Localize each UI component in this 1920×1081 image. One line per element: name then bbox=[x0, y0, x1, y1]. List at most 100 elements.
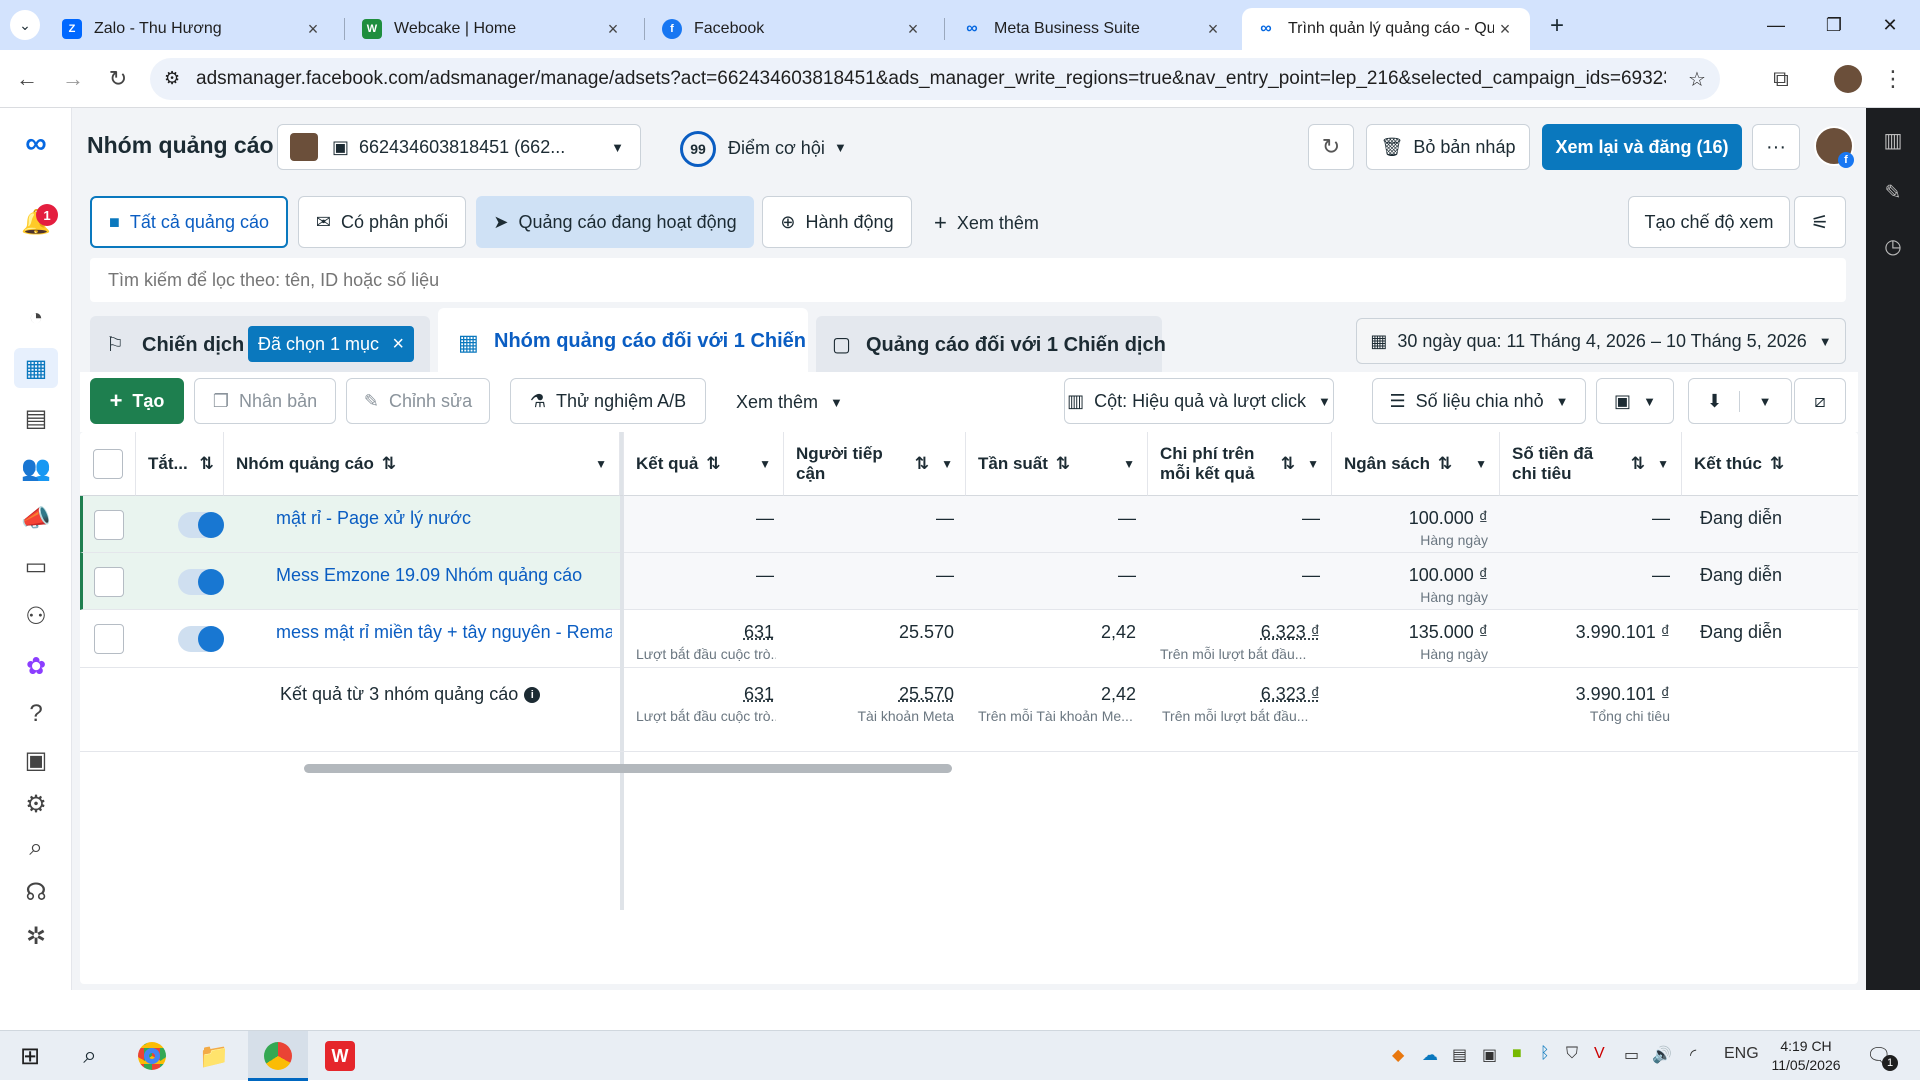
help-question-icon[interactable]: ? bbox=[14, 694, 58, 734]
header-frequency[interactable]: Tần suất ⇅ ▼ bbox=[966, 432, 1148, 496]
bug-report-icon[interactable]: ✲ bbox=[14, 916, 58, 956]
header-toggle[interactable]: Tắt... ⇅ bbox=[136, 432, 224, 496]
tab-meta-business-suite[interactable]: ∞ Meta Business Suite × bbox=[948, 8, 1238, 50]
bookmark-star-icon[interactable]: ☆ bbox=[1688, 67, 1706, 92]
sort-icon[interactable]: ⇅ bbox=[1056, 454, 1070, 474]
security-shield-icon[interactable]: ⛉ bbox=[1566, 1045, 1578, 1063]
clear-selection-icon[interactable]: × bbox=[392, 333, 404, 356]
language-indicator[interactable]: ENG bbox=[1724, 1045, 1759, 1063]
header-end[interactable]: Kết thúc ⇅ bbox=[1682, 432, 1858, 496]
extensions-puzzle-icon[interactable]: ⧉ bbox=[1766, 64, 1796, 94]
browser-menu-icon[interactable]: ⋮ bbox=[1878, 64, 1908, 94]
opportunity-score-ring[interactable]: 99 bbox=[680, 131, 716, 167]
bluetooth-icon[interactable]: ᛒ bbox=[1540, 1045, 1550, 1063]
ab-test-button[interactable]: ⚗ Thử nghiệm A/B bbox=[510, 378, 706, 424]
adset-name-link[interactable]: mật rỉ - Page xử lý nước bbox=[276, 508, 606, 529]
wps-office-icon[interactable]: W bbox=[320, 1037, 360, 1075]
info-icon[interactable]: i bbox=[524, 686, 541, 703]
review-publish-button[interactable]: Xem lại và đăng (16) bbox=[1542, 124, 1742, 170]
caret-down-icon[interactable]: ▼ bbox=[1475, 454, 1487, 474]
row-toggle[interactable] bbox=[178, 512, 224, 538]
horizontal-scrollbar[interactable] bbox=[304, 764, 952, 773]
sort-icon[interactable]: ⇅ bbox=[200, 454, 214, 474]
close-icon[interactable]: × bbox=[1202, 19, 1224, 40]
search-icon[interactable]: ⌕ bbox=[70, 1037, 110, 1075]
header-cost-per-result[interactable]: Chi phí trên mỗi kết quả ⇅ ▼ bbox=[1148, 432, 1332, 496]
row-toggle[interactable] bbox=[178, 626, 224, 652]
restore-icon[interactable]: ❐ bbox=[1806, 8, 1862, 42]
caret-down-icon[interactable]: ▼ bbox=[941, 454, 953, 474]
view-settings-sliders-icon[interactable]: ⚟ bbox=[1794, 196, 1846, 248]
date-range-picker[interactable]: ▦ 30 ngày qua: 11 Tháng 4, 2026 – 10 Thá… bbox=[1356, 318, 1846, 364]
tab-adsets[interactable]: ▦ Nhóm quảng cáo đối với 1 Chiến bbox=[438, 308, 808, 372]
tab-zalo[interactable]: Z Zalo - Thu Hương × bbox=[48, 8, 338, 50]
address-bar[interactable]: ⚙ adsmanager.facebook.com/adsmanager/man… bbox=[150, 58, 1720, 100]
tab-facebook[interactable]: f Facebook × bbox=[648, 8, 938, 50]
onedrive-cloud-icon[interactable]: ☁ bbox=[1422, 1045, 1438, 1065]
close-icon[interactable]: × bbox=[602, 19, 624, 40]
support-headset-icon[interactable]: ☊ bbox=[14, 872, 58, 912]
wifi-icon[interactable]: ◜ bbox=[1690, 1045, 1696, 1065]
window-close-icon[interactable]: ✕ bbox=[1862, 8, 1918, 42]
chrome-icon[interactable] bbox=[132, 1037, 172, 1075]
news-feed-icon[interactable]: ▣ bbox=[14, 740, 58, 780]
duplicate-button[interactable]: ❐ Nhân bản bbox=[194, 378, 336, 424]
header-select-all[interactable] bbox=[80, 432, 136, 496]
campaigns-table-icon[interactable]: ▦ bbox=[14, 348, 58, 388]
sort-icon[interactable]: ⇅ bbox=[1281, 454, 1295, 474]
caret-down-icon[interactable]: ▼ bbox=[759, 454, 771, 474]
tray-v-icon[interactable]: V bbox=[1594, 1045, 1605, 1063]
sort-icon[interactable]: ⇅ bbox=[1770, 454, 1784, 474]
close-icon[interactable]: × bbox=[1494, 19, 1516, 40]
filter-more[interactable]: + Xem thêm bbox=[934, 210, 1039, 236]
tab-ads-manager[interactable]: ∞ Trình quản lý quảng cáo - Quản × bbox=[1242, 8, 1530, 50]
create-view-button[interactable]: Tạo chế độ xem bbox=[1628, 196, 1790, 248]
site-settings-icon[interactable]: ⚙ bbox=[164, 68, 180, 89]
discard-drafts-button[interactable]: 🗑 Bỏ bản nháp bbox=[1366, 124, 1530, 170]
bar-chart-icon[interactable]: ▥ bbox=[1881, 128, 1905, 152]
search-input[interactable] bbox=[90, 258, 1846, 302]
business-settings-people-icon[interactable]: ⚇ bbox=[14, 596, 58, 636]
row-toggle[interactable] bbox=[178, 569, 224, 595]
search-bar[interactable] bbox=[90, 258, 1846, 302]
opportunity-score-label[interactable]: Điểm cơ hội bbox=[728, 138, 825, 159]
more-options-icon[interactable]: ··· bbox=[1752, 124, 1800, 170]
edit-button[interactable]: ✎ Chỉnh sửa bbox=[346, 378, 490, 424]
header-name[interactable]: Nhóm quảng cáo ⇅ ▼ bbox=[224, 432, 620, 496]
caret-down-icon[interactable]: ▼ bbox=[595, 454, 607, 474]
billing-card-icon[interactable]: ▭ bbox=[14, 546, 58, 586]
audiences-icon[interactable]: 👥 bbox=[14, 448, 58, 488]
caret-down-icon[interactable]: ▼ bbox=[1123, 454, 1135, 474]
new-tab-plus-icon[interactable]: + bbox=[1542, 12, 1572, 42]
volume-icon[interactable]: 🔊 bbox=[1652, 1045, 1672, 1065]
breakdown-selector[interactable]: ☰ Số liệu chia nhỏ ▼ bbox=[1372, 378, 1586, 424]
sort-icon[interactable]: ⇅ bbox=[915, 454, 929, 474]
clock[interactable]: 4:19 CH 11/05/2026 bbox=[1768, 1037, 1844, 1075]
apps-flower-icon[interactable]: ✿ bbox=[14, 646, 58, 686]
caret-down-icon[interactable]: ▼ bbox=[1657, 454, 1669, 474]
battery-icon[interactable]: ▭ bbox=[1624, 1045, 1639, 1065]
row-checkbox[interactable] bbox=[94, 567, 124, 597]
columns-selector[interactable]: ▥ Cột: Hiệu quả và lượt click ▼ bbox=[1064, 378, 1334, 424]
tab-campaigns[interactable]: ⚐ Chiến dịch Đã chọn 1 mục × bbox=[90, 316, 430, 372]
sort-icon[interactable]: ⇅ bbox=[382, 454, 396, 474]
account-overview-gauge-icon[interactable]: ◔ bbox=[14, 298, 58, 338]
header-results[interactable]: Kết quả ⇅ ▼ bbox=[624, 432, 784, 496]
close-icon[interactable]: × bbox=[302, 19, 324, 40]
filter-active-ads[interactable]: ➤ Quảng cáo đang hoạt động bbox=[476, 196, 754, 248]
history-clock-icon[interactable]: ◷ bbox=[1881, 234, 1905, 258]
minimize-icon[interactable]: — bbox=[1748, 8, 1804, 42]
meta-logo-icon[interactable]: ∞ bbox=[14, 124, 58, 164]
reports-dropdown[interactable]: ▣ ▼ bbox=[1596, 378, 1674, 424]
adset-name-link[interactable]: Mess Emzone 19.09 Nhóm quảng cáo bbox=[276, 565, 606, 586]
header-amount-spent[interactable]: Số tiền đã chi tiêu ⇅ ▼ bbox=[1500, 432, 1682, 496]
chart-view-icon[interactable]: ⧄ bbox=[1794, 378, 1846, 424]
campaign-selection-chip[interactable]: Đã chọn 1 mục × bbox=[248, 326, 414, 362]
file-explorer-icon[interactable]: 📁 bbox=[194, 1037, 234, 1075]
advertising-megaphone-icon[interactable]: 📣 bbox=[14, 498, 58, 538]
tray-network-device-icon[interactable]: ▤ bbox=[1452, 1045, 1467, 1065]
nvidia-icon[interactable]: ■ bbox=[1512, 1045, 1522, 1063]
tray-display-icon[interactable]: ▣ bbox=[1482, 1045, 1497, 1065]
create-button[interactable]: + Tạo bbox=[90, 378, 184, 424]
tab-ads[interactable]: ▢ Quảng cáo đối với 1 Chiến dịch bbox=[816, 316, 1166, 372]
